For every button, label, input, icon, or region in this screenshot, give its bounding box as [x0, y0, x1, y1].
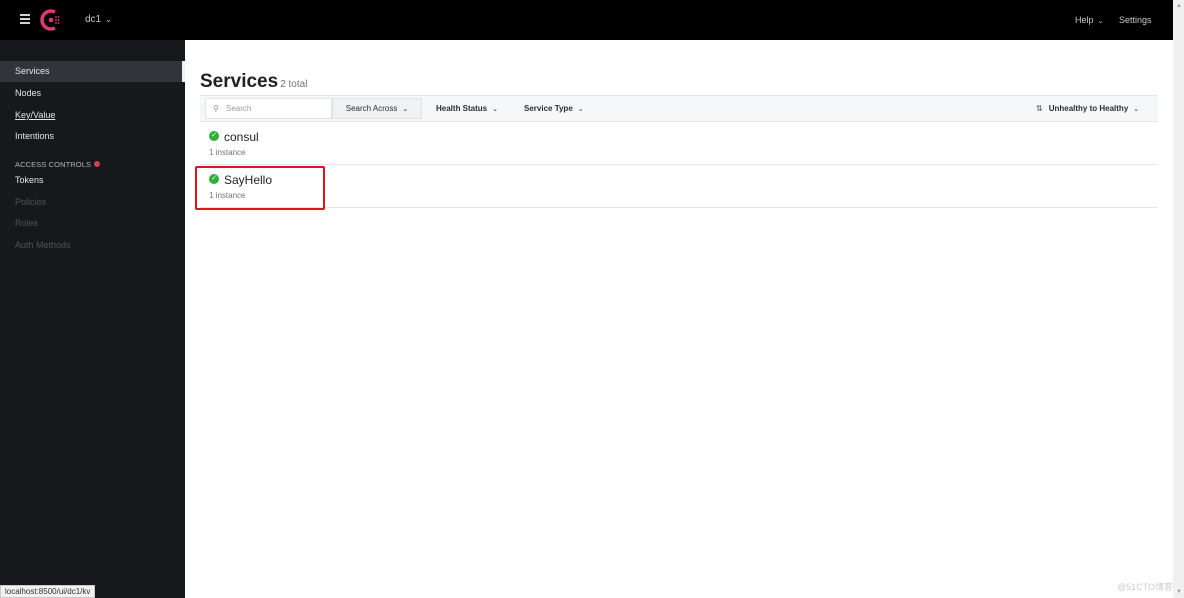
passing-check-icon: ✓ [209, 131, 219, 141]
search-across-dropdown[interactable]: Search Across ⌄ [332, 98, 422, 119]
service-row-consul[interactable]: ✓ consul 1 instance [200, 122, 1158, 165]
sidebar-item-auth-methods: Auth Methods [15, 240, 71, 250]
health-status-label: Health Status [436, 104, 488, 113]
passing-check-icon: ✓ [209, 174, 219, 184]
consul-logo-icon[interactable] [40, 9, 62, 31]
filter-bar: ⚲ Search Search Across ⌄ Health Status ⌄ S… [200, 95, 1158, 122]
chevron-down-icon: ⌄ [492, 106, 498, 113]
settings-link[interactable]: Settings [1119, 15, 1152, 25]
service-row-sayhello[interactable]: ✓ SayHello 1 instance [200, 165, 1158, 208]
search-icon: ⚲ [213, 104, 219, 113]
sidebar-item-tokens[interactable]: Tokens [0, 170, 185, 191]
page-title-text: Services [200, 71, 279, 92]
sidebar-item-services[interactable]: Services [0, 61, 185, 82]
vertical-scrollbar[interactable]: ▲ ▼ [1173, 0, 1184, 598]
datacenter-dropdown[interactable]: dc1 ⌄ [85, 14, 112, 25]
chevron-down-icon: ⌄ [577, 106, 584, 113]
sidebar-item-policies: Policies [15, 197, 47, 207]
service-name[interactable]: consul [224, 130, 259, 144]
search-placeholder: Search [226, 104, 252, 113]
chevron-down-icon: ⌄ [1133, 106, 1140, 113]
main-content: Services 2 total ⚲ Search Search Across ⌄ … [185, 40, 1173, 598]
sort-label: Unhealthy to Healthy [1048, 104, 1129, 113]
sidebar-item-roles: Roles [15, 218, 39, 228]
instance-count: 1 instance [209, 148, 246, 157]
total-count: 2 total [280, 79, 308, 90]
service-name[interactable]: SayHello [224, 173, 272, 187]
scroll-up-arrow-icon[interactable]: ▲ [1176, 3, 1182, 9]
menu-icon[interactable] [20, 14, 30, 24]
access-controls-heading: ACCESS CONTROLS [15, 160, 101, 169]
access-controls-label: ACCESS CONTROLS [15, 160, 92, 169]
search-across-label: Search Across [345, 104, 398, 113]
instance-count: 1 instance [209, 191, 246, 200]
sidebar-item-intentions[interactable]: Intentions [0, 126, 185, 147]
scroll-down-arrow-icon[interactable]: ▼ [1176, 589, 1182, 595]
page-title: Services 2 total [200, 71, 307, 93]
chevron-down-icon: ⌄ [402, 106, 409, 113]
search-input[interactable]: ⚲ Search [205, 98, 332, 119]
datacenter-label: dc1 [85, 14, 102, 25]
service-type-label: Service Type [524, 104, 573, 113]
health-status-dropdown[interactable]: Health Status ⌄ [436, 98, 498, 119]
chevron-down-icon: ⌄ [105, 15, 112, 24]
sidebar: Services Nodes Key/Value Intentions ACCE… [0, 40, 185, 598]
sort-icon: ⇅ [1036, 104, 1043, 113]
help-dropdown[interactable]: Help ⌄ [1075, 15, 1103, 25]
top-nav-bar: dc1 ⌄ Help ⌄ Settings [0, 0, 1173, 40]
help-label: Help [1075, 15, 1094, 25]
browser-status-url: localhost:8500/ui/dc1/kv [0, 585, 96, 598]
status-dot-icon [94, 161, 101, 167]
sidebar-item-nodes[interactable]: Nodes [0, 83, 185, 104]
sort-dropdown[interactable]: ⇅ Unhealthy to Healthy ⌄ [1036, 98, 1139, 119]
service-type-dropdown[interactable]: Service Type ⌄ [524, 98, 584, 119]
watermark: @51CTO博客 [1117, 582, 1173, 592]
sidebar-item-key-value[interactable]: Key/Value [0, 105, 185, 126]
chevron-down-icon: ⌄ [1097, 18, 1104, 25]
